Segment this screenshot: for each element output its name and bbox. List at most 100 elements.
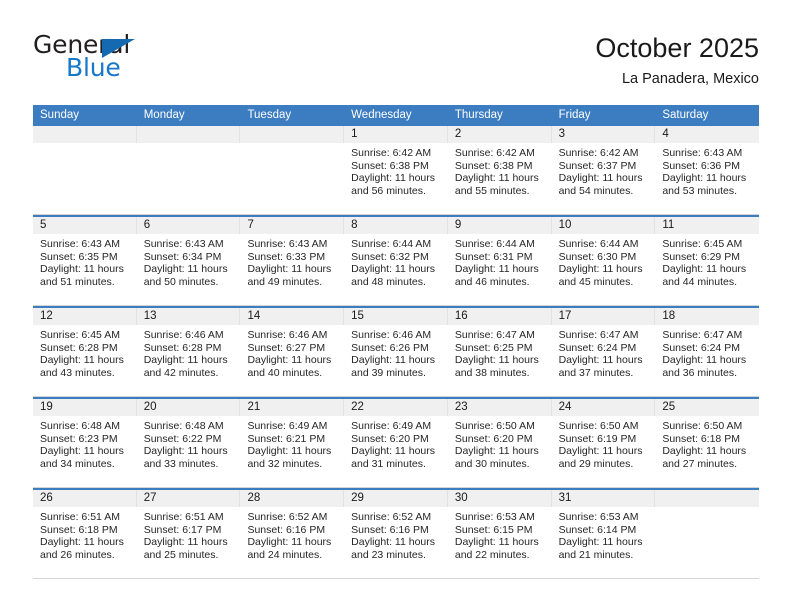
day-details xyxy=(240,143,344,147)
daylight-duration-line1: Daylight: 11 hours xyxy=(454,354,539,367)
calendar-week-row: 26 Sunrise: 6:51 AM Sunset: 6:18 PM Dayligh… xyxy=(33,488,760,579)
sunrise-time: Sunrise: 6:45 AM xyxy=(662,238,743,250)
sunset-time: Sunset: 6:38 PM xyxy=(351,159,429,172)
calendar-day-cell[interactable]: 10 Sunrise: 6:44 AM Sunset: 6:30 PM Dayligh… xyxy=(551,217,656,305)
day-details xyxy=(137,143,241,147)
calendar-day-cell[interactable]: 24 Sunrise: 6:50 AM Sunset: 6:19 PM Dayligh… xyxy=(551,399,656,487)
daylight-duration-line2: and 30 minutes. xyxy=(454,457,530,470)
calendar-day-cell[interactable]: 2 Sunrise: 6:42 AM Sunset: 6:38 PM Daylight… xyxy=(447,126,552,214)
sunset-time: Sunset: 6:23 PM xyxy=(40,432,118,445)
daylight-duration-line2: and 34 minutes. xyxy=(40,457,115,470)
daylight-duration-line2: and 24 minutes. xyxy=(247,548,323,561)
calendar-day-cell[interactable]: 19 Sunrise: 6:48 AM Sunset: 6:23 PM Dayligh… xyxy=(33,399,137,487)
calendar-day-cell[interactable]: 27 Sunrise: 6:51 AM Sunset: 6:17 PM Dayligh… xyxy=(136,490,241,578)
calendar-day-cell[interactable]: 11 Sunrise: 6:45 AM Sunset: 6:29 PM Dayligh… xyxy=(655,217,760,305)
calendar-day-cell[interactable]: 4 Sunrise: 6:43 AM Sunset: 6:36 PM Daylight… xyxy=(655,126,760,214)
calendar-day-cell[interactable]: 28 Sunrise: 6:52 AM Sunset: 6:16 PM Dayligh… xyxy=(240,490,345,578)
daylight-duration-line1: Daylight: 11 hours xyxy=(454,536,539,549)
sunrise-time: Sunrise: 6:52 AM xyxy=(247,511,328,523)
calendar-day-cell[interactable]: 21 Sunrise: 6:49 AM Sunset: 6:21 PM Dayligh… xyxy=(240,399,345,487)
weekday-header-sunday: Sunday xyxy=(40,109,80,121)
daylight-duration-line1: Daylight: 11 hours xyxy=(558,445,643,458)
calendar-day-cell[interactable]: 30 Sunrise: 6:53 AM Sunset: 6:15 PM Dayligh… xyxy=(447,490,552,578)
calendar-day-cell[interactable]: 1 Sunrise: 6:42 AM Sunset: 6:38 PM Daylight… xyxy=(344,126,448,214)
daylight-duration-line2: and 38 minutes. xyxy=(454,366,530,379)
day-details: Sunrise: 6:47 AM Sunset: 6:25 PM Daylight:… xyxy=(448,325,552,379)
calendar-day-cell[interactable]: 23 Sunrise: 6:50 AM Sunset: 6:20 PM Dayligh… xyxy=(447,399,552,487)
daylight-duration-line1: Daylight: 11 hours xyxy=(143,263,228,276)
calendar-day-cell[interactable]: 3 Sunrise: 6:42 AM Sunset: 6:37 PM Daylight… xyxy=(551,126,656,214)
daylight-duration-line2: and 46 minutes. xyxy=(454,275,530,288)
day-details: Sunrise: 6:52 AM Sunset: 6:16 PM Daylight:… xyxy=(240,507,344,561)
calendar-day-cell[interactable]: 26 Sunrise: 6:51 AM Sunset: 6:18 PM Dayligh… xyxy=(33,490,137,578)
day-details: Sunrise: 6:46 AM Sunset: 6:26 PM Daylight:… xyxy=(344,325,448,379)
calendar-day-cell[interactable]: 9 Sunrise: 6:44 AM Sunset: 6:31 PM Daylight… xyxy=(447,217,552,305)
day-number: 7 xyxy=(240,217,345,234)
calendar-day-cell[interactable]: 7 Sunrise: 6:43 AM Sunset: 6:33 PM Daylight… xyxy=(240,217,345,305)
calendar-day-cell[interactable]: 17 Sunrise: 6:47 AM Sunset: 6:24 PM Dayligh… xyxy=(551,308,656,396)
sunrise-time: Sunrise: 6:46 AM xyxy=(247,329,328,341)
calendar-day-cell[interactable]: 29 Sunrise: 6:52 AM Sunset: 6:16 PM Dayligh… xyxy=(344,490,448,578)
daylight-duration-line2: and 32 minutes. xyxy=(247,457,323,470)
day-details: Sunrise: 6:51 AM Sunset: 6:18 PM Daylight:… xyxy=(33,507,137,561)
sunrise-time: Sunrise: 6:44 AM xyxy=(351,238,432,250)
sunrise-time: Sunrise: 6:51 AM xyxy=(40,511,120,523)
calendar-week-days: 12 Sunrise: 6:45 AM Sunset: 6:28 PM Dayligh… xyxy=(33,308,760,396)
daylight-duration-line1: Daylight: 11 hours xyxy=(143,354,228,367)
day-number: 22 xyxy=(344,399,448,416)
sunrise-time: Sunrise: 6:42 AM xyxy=(558,147,639,159)
daylight-duration-line2: and 53 minutes. xyxy=(662,184,738,197)
sunset-time: Sunset: 6:19 PM xyxy=(558,432,637,445)
day-number: 29 xyxy=(344,490,448,507)
calendar-day-cell[interactable]: 25 Sunrise: 6:50 AM Sunset: 6:18 PM Dayligh… xyxy=(655,399,760,487)
title-block: October 2025 La Panadera, Mexico xyxy=(595,31,759,90)
weekday-header-thursday: Thursday xyxy=(454,109,503,121)
calendar-day-cell[interactable]: 5 Sunrise: 6:43 AM Sunset: 6:35 PM Daylight… xyxy=(33,217,137,305)
daylight-duration-line2: and 33 minutes. xyxy=(143,457,219,470)
daylight-duration-line1: Daylight: 11 hours xyxy=(351,354,436,367)
day-number: 12 xyxy=(33,308,137,325)
sunset-time: Sunset: 6:37 PM xyxy=(558,159,637,172)
day-number: 24 xyxy=(551,399,656,416)
general-blue-logo[interactable]: General Blue xyxy=(33,31,233,87)
sunset-time: Sunset: 6:18 PM xyxy=(40,523,118,536)
sunrise-time: Sunrise: 6:53 AM xyxy=(558,511,639,523)
day-number xyxy=(136,126,241,143)
sunrise-time: Sunrise: 6:49 AM xyxy=(247,420,328,432)
daylight-duration-line2: and 54 minutes. xyxy=(558,184,634,197)
day-details: Sunrise: 6:45 AM Sunset: 6:28 PM Daylight:… xyxy=(33,325,137,379)
sunrise-time: Sunrise: 6:50 AM xyxy=(454,420,535,432)
calendar-day-cell[interactable]: 22 Sunrise: 6:49 AM Sunset: 6:20 PM Dayligh… xyxy=(344,399,448,487)
calendar-day-cell[interactable]: 15 Sunrise: 6:46 AM Sunset: 6:26 PM Dayligh… xyxy=(344,308,448,396)
calendar-day-cell[interactable]: 20 Sunrise: 6:48 AM Sunset: 6:22 PM Dayligh… xyxy=(136,399,241,487)
calendar-week-row: 12 Sunrise: 6:45 AM Sunset: 6:28 PM Dayligh… xyxy=(33,306,760,397)
calendar-day-cell[interactable]: 16 Sunrise: 6:47 AM Sunset: 6:25 PM Dayligh… xyxy=(447,308,552,396)
calendar-day-cell[interactable]: 8 Sunrise: 6:44 AM Sunset: 6:32 PM Daylight… xyxy=(344,217,448,305)
page-subtitle-location: La Panadera, Mexico xyxy=(621,71,759,87)
day-details: Sunrise: 6:46 AM Sunset: 6:28 PM Daylight:… xyxy=(137,325,241,379)
calendar-day-cell[interactable]: 13 Sunrise: 6:46 AM Sunset: 6:28 PM Dayligh… xyxy=(136,308,241,396)
day-details: Sunrise: 6:48 AM Sunset: 6:22 PM Daylight:… xyxy=(137,416,241,470)
day-number: 6 xyxy=(136,217,241,234)
sunrise-time: Sunrise: 6:45 AM xyxy=(40,329,120,341)
daylight-duration-line2: and 26 minutes. xyxy=(40,548,115,561)
day-number: 9 xyxy=(447,217,552,234)
daylight-duration-line1: Daylight: 11 hours xyxy=(143,445,228,458)
sunset-time: Sunset: 6:15 PM xyxy=(454,523,533,536)
calendar-day-cell[interactable]: 14 Sunrise: 6:46 AM Sunset: 6:27 PM Dayligh… xyxy=(240,308,345,396)
day-number: 14 xyxy=(240,308,345,325)
day-details: Sunrise: 6:50 AM Sunset: 6:19 PM Daylight:… xyxy=(552,416,656,470)
sunset-time: Sunset: 6:14 PM xyxy=(558,523,637,536)
day-number: 10 xyxy=(551,217,656,234)
daylight-duration-line2: and 22 minutes. xyxy=(454,548,530,561)
sunset-time: Sunset: 6:36 PM xyxy=(662,159,740,172)
calendar-day-cell[interactable]: 18 Sunrise: 6:47 AM Sunset: 6:24 PM Dayligh… xyxy=(655,308,760,396)
calendar-day-cell[interactable]: 6 Sunrise: 6:43 AM Sunset: 6:34 PM Daylight… xyxy=(136,217,241,305)
calendar-day-cell[interactable]: 12 Sunrise: 6:45 AM Sunset: 6:28 PM Dayligh… xyxy=(33,308,137,396)
day-details: Sunrise: 6:50 AM Sunset: 6:20 PM Daylight:… xyxy=(448,416,552,470)
daylight-duration-line2: and 42 minutes. xyxy=(143,366,219,379)
sunrise-time: Sunrise: 6:48 AM xyxy=(143,420,224,432)
calendar-day-cell[interactable]: 31 Sunrise: 6:53 AM Sunset: 6:14 PM Dayligh… xyxy=(551,490,656,578)
daylight-duration-line2: and 23 minutes. xyxy=(351,548,426,561)
day-number: 25 xyxy=(655,399,760,416)
